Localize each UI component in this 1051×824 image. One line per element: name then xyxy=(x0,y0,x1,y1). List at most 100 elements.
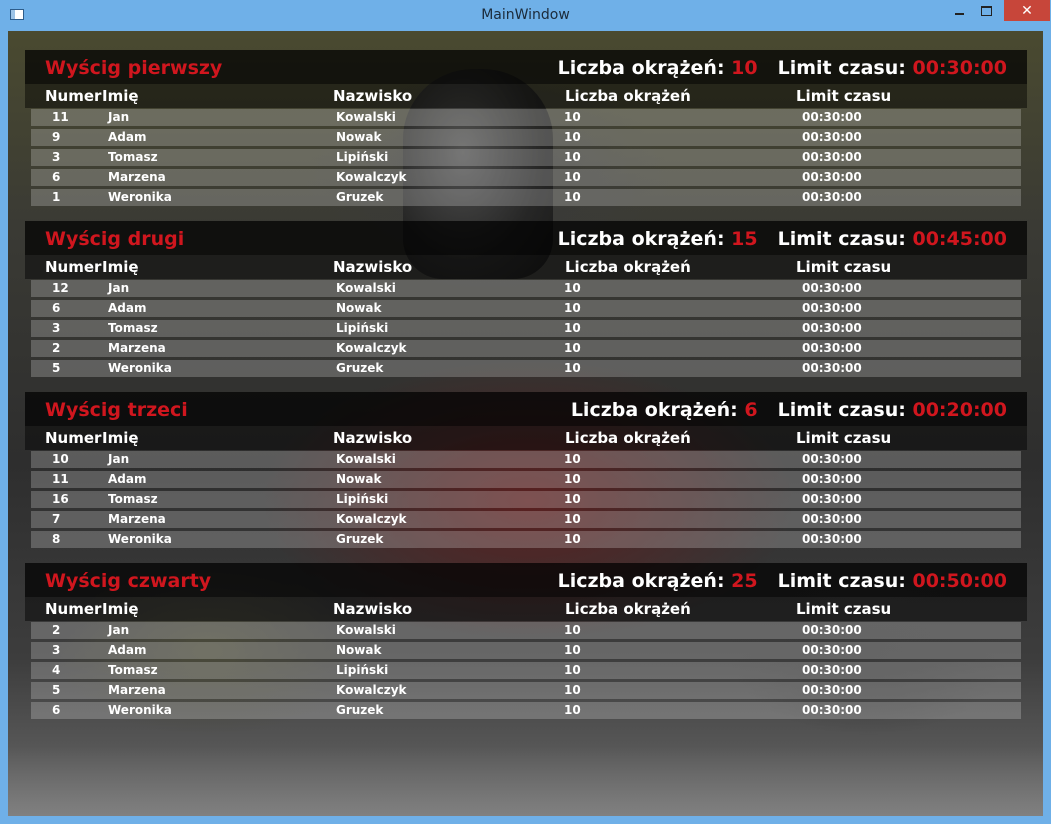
race-rows: 11 Jan Kowalski 10 00:30:00 9 Adam Nowak… xyxy=(25,108,1027,206)
cell-limit: 00:30:00 xyxy=(802,130,862,144)
table-row[interactable]: 5 Weronika Gruzek 10 00:30:00 xyxy=(31,360,1021,377)
cell-name: Adam xyxy=(108,301,147,315)
table-row[interactable]: 2 Marzena Kowalczyk 10 00:30:00 xyxy=(31,340,1021,357)
table-row[interactable]: 2 Jan Kowalski 10 00:30:00 xyxy=(31,622,1021,639)
laps-meta-label: Liczba okrążeń: xyxy=(570,399,738,421)
limit-meta: Limit czasu: 00:30:00 xyxy=(778,57,1007,79)
race-panel: Wyścig pierwszy Liczba okrążeń: 10 Limit… xyxy=(25,50,1027,221)
table-row[interactable]: 5 Marzena Kowalczyk 10 00:30:00 xyxy=(31,682,1021,699)
close-button[interactable]: ✕ xyxy=(1004,0,1050,21)
cell-num: 5 xyxy=(52,683,61,697)
table-row[interactable]: 3 Tomasz Lipiński 10 00:30:00 xyxy=(31,320,1021,337)
cell-limit: 00:30:00 xyxy=(802,643,862,657)
laps-meta: Liczba okrążeń: 25 xyxy=(558,570,758,592)
table-row[interactable]: 8 Weronika Gruzek 10 00:30:00 xyxy=(31,531,1021,548)
column-header-row: Numer Imię Nazwisko Liczba okrążeń Limit… xyxy=(25,597,1027,621)
cell-surname: Nowak xyxy=(336,130,382,144)
races-list: Wyścig pierwszy Liczba okrążeń: 10 Limit… xyxy=(25,50,1027,734)
limit-meta-value: 00:30:00 xyxy=(912,57,1007,79)
column-header-name[interactable]: Imię xyxy=(102,258,139,276)
cell-num: 6 xyxy=(52,703,61,717)
column-header-laps[interactable]: Liczba okrążeń xyxy=(565,87,691,105)
table-row[interactable]: 12 Jan Kowalski 10 00:30:00 xyxy=(31,280,1021,297)
race-rows: 10 Jan Kowalski 10 00:30:00 11 Adam Nowa… xyxy=(25,450,1027,548)
cell-surname: Lipiński xyxy=(336,492,389,506)
title-bar[interactable]: MainWindow ✕ xyxy=(0,0,1051,31)
column-header-num[interactable]: Numer xyxy=(45,87,101,105)
column-header-surname[interactable]: Nazwisko xyxy=(333,87,412,105)
column-header-name[interactable]: Imię xyxy=(102,600,139,618)
cell-surname: Kowalczyk xyxy=(336,341,407,355)
cell-surname: Kowalczyk xyxy=(336,170,407,184)
column-header-laps[interactable]: Liczba okrążeń xyxy=(565,429,691,447)
table-row[interactable]: 7 Marzena Kowalczyk 10 00:30:00 xyxy=(31,511,1021,528)
table-row[interactable]: 11 Jan Kowalski 10 00:30:00 xyxy=(31,109,1021,126)
cell-name: Tomasz xyxy=(108,150,158,164)
table-row[interactable]: 9 Adam Nowak 10 00:30:00 xyxy=(31,129,1021,146)
cell-laps: 10 xyxy=(564,170,581,184)
column-header-surname[interactable]: Nazwisko xyxy=(333,600,412,618)
column-header-num[interactable]: Numer xyxy=(45,429,101,447)
table-row[interactable]: 10 Jan Kowalski 10 00:30:00 xyxy=(31,451,1021,468)
cell-laps: 10 xyxy=(564,110,581,124)
cell-num: 3 xyxy=(52,321,61,335)
cell-laps: 10 xyxy=(564,472,581,486)
column-header-limit[interactable]: Limit czasu xyxy=(796,429,891,447)
race-header: Wyścig pierwszy Liczba okrążeń: 10 Limit… xyxy=(25,50,1027,84)
cell-laps: 10 xyxy=(564,301,581,315)
cell-surname: Kowalczyk xyxy=(336,512,407,526)
cell-limit: 00:30:00 xyxy=(802,361,862,375)
cell-num: 11 xyxy=(52,472,69,486)
cell-surname: Kowalski xyxy=(336,623,396,637)
cell-name: Tomasz xyxy=(108,321,158,335)
column-header-name[interactable]: Imię xyxy=(102,87,139,105)
race-panel: Wyścig drugi Liczba okrążeń: 15 Limit cz… xyxy=(25,221,1027,392)
cell-limit: 00:30:00 xyxy=(802,703,862,717)
cell-name: Marzena xyxy=(108,341,166,355)
cell-name: Marzena xyxy=(108,512,166,526)
table-row[interactable]: 3 Tomasz Lipiński 10 00:30:00 xyxy=(31,149,1021,166)
limit-meta-value: 00:50:00 xyxy=(912,570,1007,592)
minimize-icon xyxy=(954,12,964,15)
table-row[interactable]: 3 Adam Nowak 10 00:30:00 xyxy=(31,642,1021,659)
cell-limit: 00:30:00 xyxy=(802,150,862,164)
column-header-limit[interactable]: Limit czasu xyxy=(796,258,891,276)
table-row[interactable]: 6 Weronika Gruzek 10 00:30:00 xyxy=(31,702,1021,719)
cell-laps: 10 xyxy=(564,663,581,677)
column-header-laps[interactable]: Liczba okrążeń xyxy=(565,258,691,276)
limit-meta-label: Limit czasu: xyxy=(777,57,906,79)
cell-laps: 10 xyxy=(564,703,581,717)
column-header-name[interactable]: Imię xyxy=(102,429,139,447)
cell-laps: 10 xyxy=(564,321,581,335)
table-row[interactable]: 11 Adam Nowak 10 00:30:00 xyxy=(31,471,1021,488)
cell-limit: 00:30:00 xyxy=(802,663,862,677)
cell-limit: 00:30:00 xyxy=(802,321,862,335)
column-header-surname[interactable]: Nazwisko xyxy=(333,258,412,276)
column-header-num[interactable]: Numer xyxy=(45,258,101,276)
table-row[interactable]: 6 Marzena Kowalczyk 10 00:30:00 xyxy=(31,169,1021,186)
table-row[interactable]: 1 Weronika Gruzek 10 00:30:00 xyxy=(31,189,1021,206)
column-header-surname[interactable]: Nazwisko xyxy=(333,429,412,447)
column-header-limit[interactable]: Limit czasu xyxy=(796,87,891,105)
table-row[interactable]: 16 Tomasz Lipiński 10 00:30:00 xyxy=(31,491,1021,508)
table-row[interactable]: 6 Adam Nowak 10 00:30:00 xyxy=(31,300,1021,317)
cell-surname: Gruzek xyxy=(336,361,384,375)
column-header-laps[interactable]: Liczba okrążeń xyxy=(565,600,691,618)
minimize-button[interactable] xyxy=(946,0,972,21)
column-header-limit[interactable]: Limit czasu xyxy=(796,600,891,618)
column-header-row: Numer Imię Nazwisko Liczba okrążeń Limit… xyxy=(25,255,1027,279)
maximize-button[interactable] xyxy=(973,0,1000,21)
column-header-num[interactable]: Numer xyxy=(45,600,101,618)
cell-num: 12 xyxy=(52,281,69,295)
cell-name: Jan xyxy=(108,452,130,466)
cell-limit: 00:30:00 xyxy=(802,512,862,526)
table-row[interactable]: 4 Tomasz Lipiński 10 00:30:00 xyxy=(31,662,1021,679)
cell-num: 16 xyxy=(52,492,69,506)
cell-laps: 10 xyxy=(564,623,581,637)
cell-name: Tomasz xyxy=(108,663,158,677)
cell-limit: 00:30:00 xyxy=(802,683,862,697)
race-rows: 2 Jan Kowalski 10 00:30:00 3 Adam Nowak … xyxy=(25,621,1027,719)
cell-name: Weronika xyxy=(108,703,172,717)
cell-laps: 10 xyxy=(564,190,581,204)
cell-laps: 10 xyxy=(564,150,581,164)
